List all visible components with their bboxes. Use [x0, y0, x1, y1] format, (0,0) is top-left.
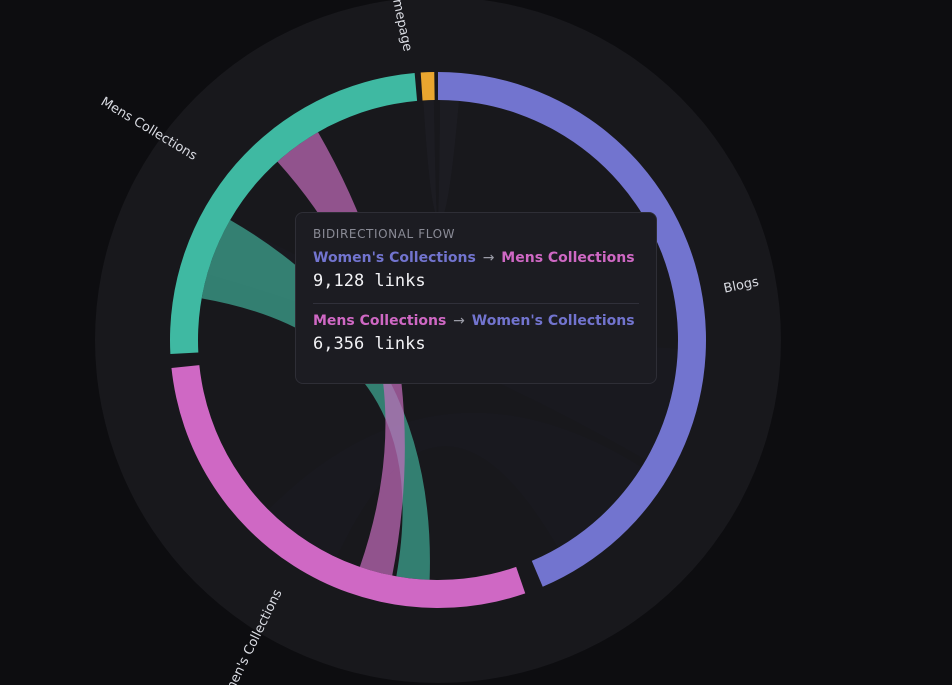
- tooltip-heading: BIDIRECTIONAL FLOW: [313, 227, 456, 241]
- tooltip-flow-1-count: 9,128 links: [313, 271, 426, 291]
- tooltip-divider: [313, 303, 639, 304]
- tooltip-flow-2-count: 6,356 links: [313, 334, 426, 354]
- tooltip-flow-1-from: Women's Collections: [313, 250, 476, 266]
- chord-diagram: Blogs Women's Collections Mens Collections…: [0, 0, 952, 685]
- tooltip-flow-1-arrow: →: [482, 250, 495, 266]
- tooltip-flow-2-arrow: →: [453, 313, 465, 329]
- tooltip-flow-2: Mens Collections → Women's Collections: [313, 313, 639, 329]
- tooltip-flow-2-from: Mens Collections: [313, 313, 447, 329]
- bidirectional-flow-tooltip: BIDIRECTIONAL FLOW Women's Collections →…: [295, 212, 657, 384]
- arc-homepage[interactable]: [420, 72, 435, 101]
- tooltip-flow-1-to: Mens Collections: [501, 250, 635, 266]
- tooltip-flow-1: Women's Collections → Mens Collections: [313, 250, 639, 266]
- tooltip-flow-2-to: Women's Collections: [471, 313, 635, 329]
